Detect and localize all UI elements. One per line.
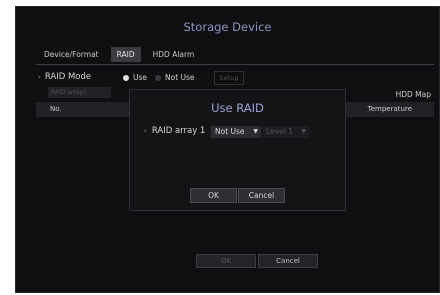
use-mode-select[interactable]: Not Use ▼	[211, 126, 261, 138]
dialog-title: Use RAID	[211, 101, 264, 115]
tab-raid[interactable]: RAID	[110, 47, 141, 62]
raid-level-select[interactable]: Level 1 ▼	[262, 126, 309, 138]
raid-level-value: Level 1	[266, 127, 293, 136]
use-raid-dialog: Use RAID › RAID array 1 Not Use ▼ Level 1…	[129, 89, 346, 211]
setup-button[interactable]: Setup	[214, 71, 244, 85]
raid-not-use-label: Not Use	[165, 73, 195, 82]
raid-array-label: RAID array 1	[151, 126, 206, 136]
tab-bar: Device/Format RAID HDD Alarm	[38, 47, 206, 62]
raid-use-label: Use	[133, 73, 148, 82]
raid-array-select[interactable]: RAID array1	[48, 87, 111, 98]
chevron-down-icon: ▼	[253, 128, 258, 135]
dialog-ok-button[interactable]: OK	[190, 188, 237, 203]
tab-divider	[36, 64, 434, 65]
bullet-icon: ›	[144, 127, 147, 135]
use-mode-value: Not Use	[215, 127, 245, 136]
hdd-map-label[interactable]: HDD Map	[396, 90, 431, 99]
dialog-cancel-button[interactable]: Cancel	[238, 188, 285, 203]
raid-mode-text: RAID Mode	[44, 72, 92, 82]
window-title: Storage Device	[183, 20, 272, 34]
column-temperature: Temperature	[367, 105, 412, 113]
raid-not-use-radio[interactable]: Not Use	[155, 73, 195, 82]
radio-unselected-icon	[155, 74, 161, 81]
raid-use-radio[interactable]: Use	[123, 73, 147, 82]
raid-mode-label: › RAID Mode	[38, 72, 91, 82]
tab-device-format[interactable]: Device/Format	[38, 47, 105, 62]
cancel-button[interactable]: Cancel	[258, 254, 318, 268]
column-no: No.	[50, 105, 62, 113]
bullet-icon: ›	[38, 73, 41, 81]
ok-button[interactable]: OK	[196, 254, 256, 268]
tab-hdd-alarm[interactable]: HDD Alarm	[147, 47, 201, 62]
chevron-down-icon: ▼	[301, 128, 306, 135]
raid-array-row-label: › RAID array 1	[144, 126, 205, 136]
radio-selected-icon	[123, 74, 129, 81]
